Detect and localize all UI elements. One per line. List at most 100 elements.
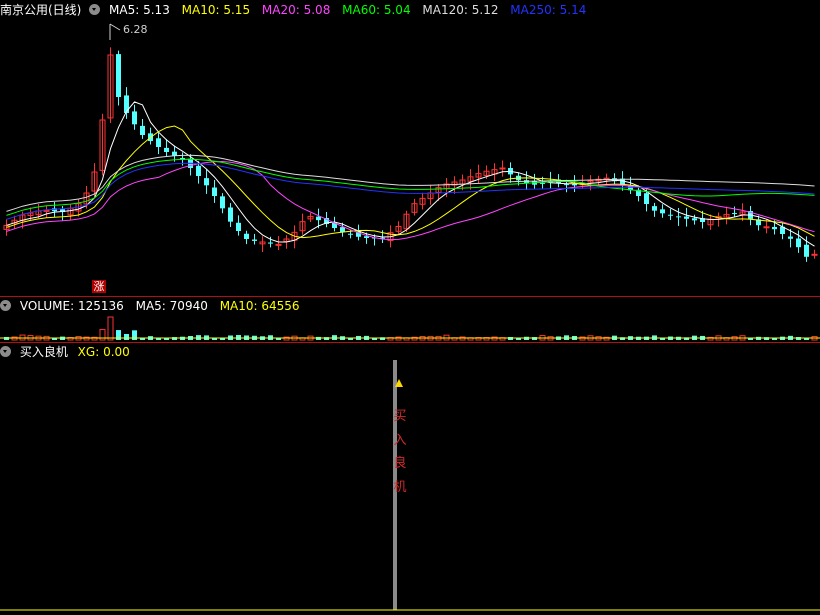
- chevron-down-icon[interactable]: [0, 300, 11, 311]
- vol-ma5-indicator: MA5: 70940: [136, 299, 208, 313]
- candle-body: [660, 209, 665, 214]
- ma5-value: 5.13: [143, 3, 170, 17]
- ma120-indicator: MA120: 5.12: [422, 3, 498, 17]
- candle-body: [652, 206, 657, 211]
- ma5-indicator: MA5: 5.13: [109, 3, 170, 17]
- chevron-down-icon[interactable]: [0, 346, 11, 357]
- chevron-down-icon[interactable]: [89, 4, 101, 15]
- candle-body: [668, 214, 673, 216]
- ma20-label: MA20:: [261, 3, 300, 17]
- candle-body: [804, 244, 809, 257]
- candle-body: [132, 111, 137, 125]
- vol-ma5-label: MA5:: [135, 299, 166, 313]
- stock-title: 南京公用(日线): [0, 3, 82, 17]
- ma10-value: 5.15: [223, 3, 251, 17]
- volume-bar: [395, 336, 402, 341]
- volume-bar: [107, 316, 114, 341]
- signal-char: 买: [393, 409, 407, 424]
- signal-indicator-name: 买入良机: [19, 345, 68, 359]
- ma60-indicator: MA60: 5.04: [342, 3, 410, 17]
- vol-ma10-value: 64556: [261, 299, 300, 313]
- xg-label: XG:: [77, 345, 100, 359]
- moving-average-line: [6, 125, 815, 239]
- volume-bar: [116, 330, 121, 340]
- volume-legend: VOLUME: 125136 MA5: 70940 MA10: 64556: [0, 296, 820, 316]
- candle-body: [772, 226, 777, 230]
- candle-body: [788, 236, 793, 239]
- volume-bar: [132, 330, 137, 340]
- moving-average-line: [6, 158, 815, 216]
- ma20-indicator: MA20: 5.08: [262, 3, 330, 17]
- candlestick-chart[interactable]: [0, 0, 820, 296]
- volume-bar: [796, 337, 801, 340]
- ma60-value: 5.04: [383, 3, 411, 17]
- candle-body: [603, 177, 610, 180]
- candle-body: [644, 193, 649, 204]
- price-chart-panel[interactable]: 南京公用(日线) MA5: 5.13 MA10: 5.15 MA20: 5.08…: [0, 0, 820, 296]
- candle-body: [692, 218, 697, 221]
- volume-chart-panel[interactable]: VOLUME: 125136 MA5: 70940 MA10: 64556: [0, 296, 820, 342]
- candle-body: [268, 242, 273, 244]
- candle-body: [499, 167, 506, 170]
- signal-char: 机: [393, 479, 407, 495]
- candle-body: [204, 178, 209, 186]
- candle-body: [124, 95, 129, 113]
- vol-ma5-value: 70940: [169, 299, 208, 313]
- peak-price-label: 6.28: [123, 23, 148, 36]
- candle-body: [140, 125, 145, 135]
- xg-indicator: XG: 0.00: [78, 345, 130, 359]
- volume-indicator: VOLUME: 125136: [20, 299, 124, 313]
- candle-body: [164, 147, 169, 152]
- xg-value: 0.00: [103, 345, 130, 359]
- signal-char: 入: [393, 432, 407, 448]
- signal-legend: 买入良机 XG: 0.00: [0, 342, 820, 362]
- candle-body: [156, 138, 161, 147]
- ma10-label: MA10:: [181, 3, 220, 17]
- moving-average-line: [6, 162, 815, 220]
- volume-bar: [124, 333, 129, 340]
- limit-up-badge: 涨: [92, 280, 106, 293]
- ma10-indicator: MA10: 5.15: [182, 3, 250, 17]
- candle-body: [220, 196, 225, 209]
- candle-body: [763, 226, 770, 229]
- volume-value: 125136: [77, 299, 124, 313]
- candle-body: [732, 213, 737, 215]
- candle-body: [564, 184, 569, 186]
- price-legend: 南京公用(日线) MA5: 5.13 MA10: 5.15 MA20: 5.08…: [0, 0, 820, 20]
- volume-bar: [491, 336, 498, 341]
- ma60-label: MA60:: [342, 3, 381, 17]
- volume-bar: [508, 337, 513, 340]
- candle-body: [676, 216, 681, 218]
- ma5-label: MA5:: [109, 3, 140, 17]
- candle-body: [43, 209, 50, 212]
- candle-body: [364, 236, 369, 238]
- candle-body: [116, 54, 121, 97]
- candle-body: [228, 207, 233, 222]
- ma250-value: 5.14: [559, 3, 587, 17]
- ma20-value: 5.08: [303, 3, 331, 17]
- candle-body: [340, 227, 345, 232]
- ma120-value: 5.12: [471, 3, 499, 17]
- buy-signal-label: 买 入 良 机: [388, 405, 412, 499]
- candle-body: [196, 165, 201, 176]
- volume-label: VOLUME:: [19, 299, 75, 313]
- candle-body: [236, 222, 241, 231]
- candle-body: [212, 187, 217, 196]
- vol-ma10-label: MA10:: [219, 299, 258, 313]
- candle-body: [252, 239, 257, 241]
- ma250-indicator: MA250: 5.14: [510, 3, 586, 17]
- candle-body: [684, 216, 689, 219]
- candle-body: [244, 233, 249, 239]
- ma120-label: MA120:: [422, 3, 468, 17]
- candle-body: [540, 182, 545, 184]
- ma250-label: MA250:: [510, 3, 556, 17]
- candle-body: [796, 238, 801, 248]
- vol-ma10-indicator: MA10: 64556: [220, 299, 300, 313]
- moving-average-line: [6, 101, 815, 247]
- candle-body: [316, 216, 321, 221]
- signal-char: 良: [393, 456, 407, 471]
- moving-average-line: [6, 154, 815, 212]
- peak-pointer-line: [109, 23, 121, 31]
- buy-signal-arrow-icon: [395, 379, 403, 387]
- candle-body: [348, 233, 353, 235]
